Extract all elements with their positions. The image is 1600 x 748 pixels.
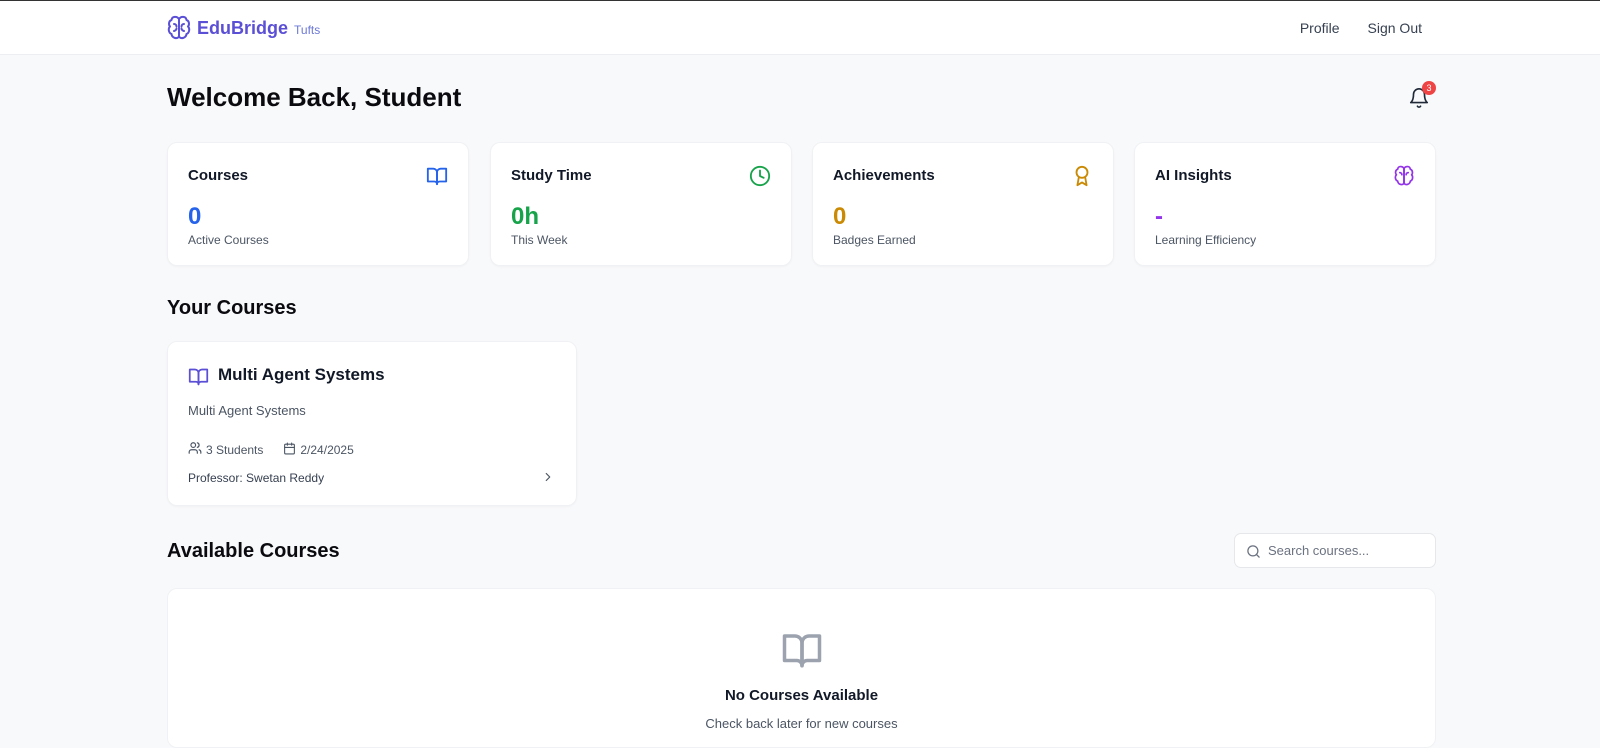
course-meta: 3 Students 2/24/2025 [188,441,354,458]
empty-state-title: No Courses Available [724,687,879,704]
stat-card-study-time: Study Time 0h This Week [490,142,792,266]
top-navbar: EduBridge Tufts Profile Sign Out [0,1,1600,55]
stat-title: Courses [188,167,249,184]
page-title: Welcome Back, Student [167,82,462,112]
stat-subtitle: Learning Efficiency [1155,233,1257,247]
stat-title: AI Insights [1155,167,1232,184]
course-description: Multi Agent Systems [188,403,306,418]
stat-card-ai-insights: AI Insights - Learning Efficiency [1134,142,1436,266]
calendar-icon [283,442,296,458]
course-date: 2/24/2025 [300,442,354,457]
sign-out-link[interactable]: Sign Out [1368,20,1422,36]
empty-state-subtitle: Check back later for new courses [705,716,898,731]
brand-subtitle: Tufts [294,23,321,37]
course-card[interactable]: Multi Agent Systems Multi Agent Systems … [167,341,577,506]
stat-value: - [1155,203,1163,230]
course-professor: Professor: Swetan Reddy [188,471,325,485]
available-courses-heading: Available Courses [167,540,340,562]
brain-icon [1393,165,1415,192]
notification-count-badge: 3 [1422,81,1436,95]
book-open-icon [781,629,823,676]
brand-name: EduBridge [197,17,289,38]
search-input[interactable] [1268,534,1428,567]
stat-title: Achievements [833,167,935,184]
award-icon [1071,165,1093,192]
users-icon [188,441,202,458]
empty-state-card: No Courses Available Check back later fo… [167,588,1436,748]
course-student-count: 3 Students [206,442,264,457]
book-open-icon [426,165,448,192]
stat-card-courses: Courses 0 Active Courses [167,142,469,266]
stat-subtitle: Active Courses [188,233,269,247]
brain-icon [167,15,191,41]
stat-subtitle: This Week [511,233,568,247]
brand-logo[interactable]: EduBridge Tufts [167,15,320,41]
chevron-right-icon[interactable] [541,470,555,489]
stat-card-achievements: Achievements 0 Badges Earned [812,142,1114,266]
course-search [1234,533,1436,568]
stat-value: 0 [188,203,202,230]
course-title: Multi Agent Systems [218,365,385,384]
top-nav: Profile Sign Out [1300,20,1422,36]
stat-title: Study Time [511,167,592,184]
stat-value: 0 [833,203,847,230]
book-open-icon [188,366,209,392]
stat-subtitle: Badges Earned [833,233,916,247]
your-courses-heading: Your Courses [167,297,297,319]
profile-link[interactable]: Profile [1300,20,1340,36]
stat-value: 0h [511,203,540,230]
bell-icon [1408,88,1430,114]
clock-icon [749,165,771,192]
